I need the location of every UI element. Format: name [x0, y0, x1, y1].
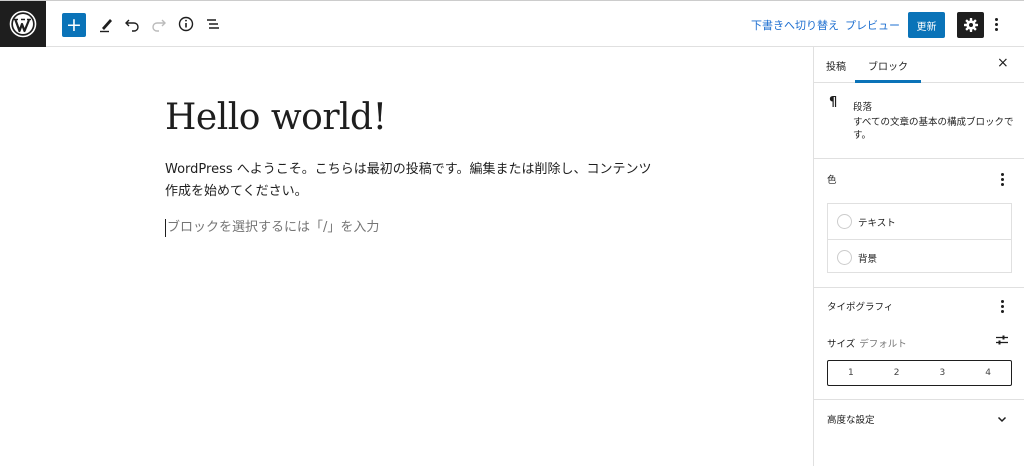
- color-options-button[interactable]: [1001, 173, 1004, 186]
- color-options-list: テキスト 背景: [827, 203, 1012, 273]
- block-appender-placeholder[interactable]: ブロックを選択するには「/」を入力: [165, 219, 379, 237]
- font-size-option-1[interactable]: 1: [836, 368, 866, 378]
- font-size-option-2[interactable]: 2: [882, 368, 912, 378]
- paragraph-icon: ¶: [829, 95, 838, 110]
- color-swatch-icon: [837, 214, 852, 229]
- editor-canvas: Hello world! WordPress へようこそ。こちらは最初の投稿です…: [0, 47, 813, 466]
- tab-post[interactable]: 投稿: [826, 58, 846, 73]
- switch-to-draft-link[interactable]: 下書きへ切り替え: [751, 17, 839, 33]
- paragraph-block[interactable]: WordPress へようこそ。こちらは最初の投稿です。編集または削除し、コンテ…: [165, 159, 660, 203]
- font-size-option-3[interactable]: 3: [927, 368, 957, 378]
- font-size-label-text: サイズ: [827, 339, 856, 350]
- color-background-label: 背景: [858, 254, 878, 265]
- color-background-option[interactable]: 背景: [828, 239, 1011, 274]
- settings-button[interactable]: [957, 12, 984, 38]
- block-card: ¶ 段落 すべての文章の基本の構成ブロックです。: [814, 83, 1024, 159]
- wordpress-logo-icon: [9, 10, 37, 38]
- preview-link[interactable]: プレビュー: [845, 17, 900, 33]
- block-name: 段落: [853, 102, 873, 113]
- color-text-label: テキスト: [858, 218, 896, 229]
- redo-button[interactable]: [147, 12, 171, 36]
- wordpress-logo-button[interactable]: [0, 1, 46, 47]
- sidebar-tabs: 投稿 ブロック ×: [814, 47, 1024, 83]
- redo-icon: [152, 19, 166, 32]
- color-swatch-icon: [837, 250, 852, 265]
- color-text-option[interactable]: テキスト: [828, 204, 1011, 239]
- custom-size-toggle[interactable]: [995, 332, 1009, 351]
- color-panel-title: 色: [827, 175, 837, 186]
- chevron-down-icon: [997, 416, 1007, 423]
- typography-options-button[interactable]: [1001, 300, 1004, 313]
- info-icon: [178, 16, 194, 32]
- advanced-panel-title: 高度な設定: [827, 415, 875, 426]
- list-view-icon: [207, 19, 219, 29]
- update-button[interactable]: 更新: [908, 12, 945, 38]
- color-panel: 色 テキスト 背景: [814, 159, 1024, 288]
- typography-panel-title: タイポグラフィ: [827, 302, 894, 313]
- font-size-default: デフォルト: [859, 339, 907, 350]
- list-view-button[interactable]: [201, 12, 225, 36]
- sliders-icon: [996, 335, 1008, 345]
- tools-button[interactable]: [94, 12, 118, 36]
- settings-sidebar: 投稿 ブロック × ¶ 段落 すべての文章の基本の構成ブロックです。 色 テキス…: [813, 47, 1024, 466]
- undo-button[interactable]: [120, 12, 144, 36]
- tab-block[interactable]: ブロック: [855, 58, 921, 83]
- font-size-option-4[interactable]: 4: [973, 368, 1003, 378]
- post-title[interactable]: Hello world!: [165, 97, 387, 138]
- pencil-icon: [100, 19, 112, 33]
- block-description: すべての文章の基本の構成ブロックです。: [853, 117, 1014, 141]
- add-block-button[interactable]: +: [62, 13, 86, 37]
- gear-icon: [963, 18, 978, 32]
- font-size-picker: 1 2 3 4: [827, 360, 1012, 386]
- details-button[interactable]: [174, 12, 198, 36]
- typography-panel: タイポグラフィ サイズ デフォルト 1 2 3 4: [814, 288, 1024, 400]
- undo-icon: [125, 19, 139, 32]
- options-menu-button[interactable]: [995, 18, 998, 31]
- editor-toolbar: + 下書きへ切り替え プレビュー 更新: [0, 0, 1024, 47]
- advanced-panel[interactable]: 高度な設定: [814, 400, 1024, 438]
- font-size-label: サイズ デフォルト: [827, 336, 907, 350]
- close-icon[interactable]: ×: [997, 55, 1009, 71]
